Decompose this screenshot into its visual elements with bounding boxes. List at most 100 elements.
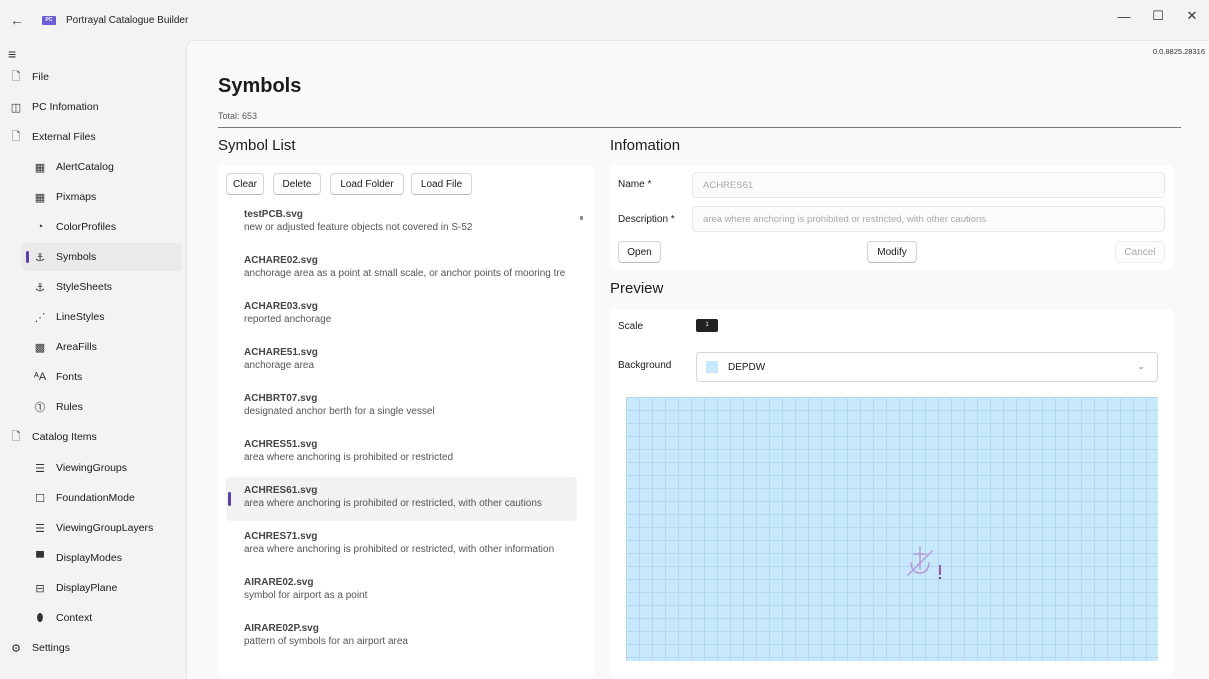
scale-label: Scale xyxy=(618,321,644,332)
sidebar-item-symbols[interactable]: ⚓ Symbols xyxy=(22,243,182,271)
gear-icon: ⚙ xyxy=(11,642,21,655)
modify-button[interactable]: Modify xyxy=(867,241,917,263)
list-item[interactable]: ACHARE02.svg anchorage area as a point at… xyxy=(226,247,577,291)
symbol-description: area where anchoring is prohibited or re… xyxy=(244,498,542,509)
sidebar-item-pixmaps[interactable]: ▦ Pixmaps xyxy=(0,183,180,211)
load-file-button[interactable]: Load File xyxy=(411,173,472,195)
symbol-name: testPCB.svg xyxy=(244,209,303,220)
chevron-down-icon: ⌄ xyxy=(1137,361,1145,371)
layers-icon: ☰ xyxy=(35,522,45,535)
list-item[interactable]: ACHBRT07.svg designated anchor berth for … xyxy=(226,385,577,429)
background-select[interactable]: DEPDW ⌄ xyxy=(696,352,1158,382)
sidebar-item-linestyles[interactable]: ⋰ LineStyles xyxy=(0,303,180,331)
delete-button[interactable]: Delete xyxy=(273,173,321,195)
list-item[interactable]: ACHARE03.svg reported anchorage xyxy=(226,293,577,337)
list-item[interactable]: ACHRES61.svg area where anchoring is proh… xyxy=(226,477,577,521)
sidebar-item-label: Rules xyxy=(56,401,83,413)
sidebar-item-viewinggroups[interactable]: ☰ ViewingGroups xyxy=(0,454,180,482)
symbol-name: ACHARE51.svg xyxy=(244,347,318,358)
list-item[interactable]: ACHARE51.svg anchorage area xyxy=(226,339,577,383)
folder-icon: 🗋 xyxy=(11,430,21,443)
table-icon: ▦ xyxy=(34,191,46,204)
sidebar-item-external-files[interactable]: 🗋 External Files xyxy=(0,123,180,151)
total-count: Total: 653 xyxy=(218,111,258,121)
symbol-description: new or adjusted feature objects not cove… xyxy=(244,222,473,233)
sidebar-item-label: DisplayPlane xyxy=(56,582,118,594)
symbol-description: anchorage area xyxy=(244,360,315,371)
symbol-description: designated anchor berth for a single ves… xyxy=(244,406,435,417)
anchor-restricted-icon xyxy=(907,546,941,579)
symbol-name: ACHBRT07.svg xyxy=(244,393,318,404)
list-item[interactable]: ACHRES71.svg area where anchoring is proh… xyxy=(226,523,577,567)
preview-card: Scale 1 Background DEPDW ⌄ xyxy=(610,309,1173,677)
sidebar-item-stylesheets[interactable]: ⚓ StyleSheets xyxy=(0,273,180,301)
back-button[interactable]: ← xyxy=(10,12,32,28)
maximize-button[interactable]: ☐ xyxy=(1141,0,1175,32)
symbol-name: ACHRES71.svg xyxy=(244,531,318,542)
sidebar-item-catalog-items[interactable]: 🗋 Catalog Items xyxy=(0,423,180,451)
description-field[interactable]: area where anchoring is prohibited or re… xyxy=(692,206,1165,232)
symbol-list-card: Clear Delete Load Folder Load File testP… xyxy=(218,165,595,677)
sidebar-item-rules[interactable]: ⓵ Rules xyxy=(0,393,180,421)
sidebar-item-displayplane[interactable]: ⊟ DisplayPlane xyxy=(0,574,180,602)
app-logo: PC xyxy=(42,15,56,25)
symbol-name: ACHRES51.svg xyxy=(244,439,318,450)
name-field[interactable]: ACHRES61 xyxy=(692,172,1165,198)
scale-value[interactable]: 1 xyxy=(696,319,718,332)
sidebar-item-label: StyleSheets xyxy=(56,281,113,293)
sidebar-item-file[interactable]: 🗋 File xyxy=(0,63,180,91)
symbol-name: ACHARE03.svg xyxy=(244,301,318,312)
version-label: 0.0.8825.28316 xyxy=(1152,47,1205,56)
symbol-name: AIRARE02.svg xyxy=(244,577,314,588)
sidebar-item-label: Settings xyxy=(32,642,70,654)
list-item[interactable]: AIRARE02P.svg pattern of symbols for an a… xyxy=(226,615,577,659)
name-label: Name * xyxy=(618,179,652,190)
sidebar-item-pc-infomation[interactable]: ◫ PC Infomation xyxy=(0,93,180,121)
table-icon: ▦ xyxy=(34,161,46,174)
window-title: Portrayal Catalogue Builder xyxy=(66,14,189,26)
symbol-description: pattern of symbols for an airport area xyxy=(244,636,408,647)
list-item[interactable]: AIRARE02.svg symbol for airport as a poin… xyxy=(226,569,577,613)
sidebar-item-label: Context xyxy=(56,612,93,624)
square-icon: ☐ xyxy=(35,492,45,505)
symbol-description: reported anchorage xyxy=(244,314,332,325)
header-divider xyxy=(218,127,1181,128)
sidebar-item-colorprofiles[interactable]: ◔ ColorProfiles xyxy=(0,213,180,241)
sidebar-item-viewinggrouplayers[interactable]: ☰ ViewingGroupLayers xyxy=(0,514,180,542)
monitor-icon: ▀ xyxy=(36,552,44,564)
color-swatch xyxy=(706,361,718,373)
minimize-button[interactable]: — xyxy=(1107,0,1141,32)
sidebar-item-settings[interactable]: ⚙ Settings xyxy=(0,634,180,662)
open-button[interactable]: Open xyxy=(618,241,661,263)
load-folder-button[interactable]: Load Folder xyxy=(330,173,404,195)
symbol-description: area where anchoring is prohibited or re… xyxy=(244,452,453,463)
sidebar-item-label: File xyxy=(32,71,49,83)
sidebar-item-label: Fonts xyxy=(56,371,83,383)
sidebar-item-label: Pixmaps xyxy=(56,191,97,203)
sidebar-item-fonts[interactable]: ᴬA Fonts xyxy=(0,363,180,391)
list-item[interactable]: ACHRES51.svg area where anchoring is proh… xyxy=(226,431,577,475)
sidebar-item-label: Symbols xyxy=(56,251,97,263)
list-item[interactable]: testPCB.svg new or adjusted feature objec… xyxy=(226,201,577,245)
close-button[interactable]: ✕ xyxy=(1175,0,1209,32)
cancel-button[interactable]: Cancel xyxy=(1115,241,1165,263)
preview-canvas[interactable] xyxy=(626,397,1158,661)
sidebar-item-context[interactable]: ⬮ Context xyxy=(0,604,180,632)
sidebar-item-areafills[interactable]: ▩ AreaFills xyxy=(0,333,180,361)
rules-icon: ⓵ xyxy=(34,402,46,414)
line-icon: ⋰ xyxy=(34,311,46,324)
menu-icon[interactable]: ≡ xyxy=(8,46,16,62)
pattern-icon: ▩ xyxy=(34,341,46,354)
anchor-icon: ⚓ xyxy=(35,251,45,264)
sidebar-item-alertcatalog[interactable]: ▦ AlertCatalog xyxy=(0,153,180,181)
information-heading: Infomation xyxy=(610,137,681,154)
sidebar-item-foundationmode[interactable]: ☐ FoundationMode xyxy=(0,484,180,512)
selection-indicator xyxy=(26,251,29,263)
sidebar-item-displaymodes[interactable]: ▀ DisplayModes xyxy=(0,544,180,572)
main-panel: 0.0.8825.28316 Symbols Total: 653 Symbol… xyxy=(186,40,1209,679)
context-icon: ⬮ xyxy=(36,611,44,624)
sidebar-item-label: AreaFills xyxy=(56,341,97,353)
clear-button[interactable]: Clear xyxy=(226,173,264,195)
scrollbar-thumb[interactable] xyxy=(580,216,583,220)
preview-heading: Preview xyxy=(610,280,664,297)
